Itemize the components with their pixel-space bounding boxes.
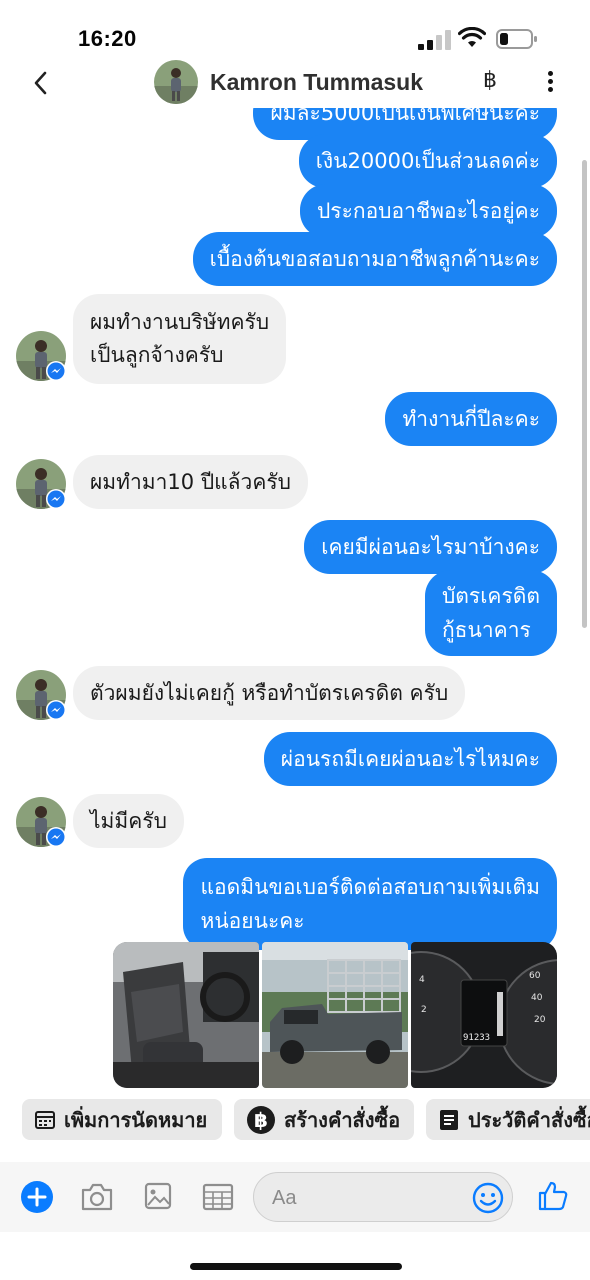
car-interior-image: [113, 942, 259, 1088]
odometer-photo[interactable]: 60 40 20 4 2 91233: [411, 942, 557, 1088]
chip-label: สร้างคำสั่งซื้อ: [284, 1107, 401, 1132]
plus-icon[interactable]: [20, 1180, 54, 1214]
order-history-icon: [438, 1108, 460, 1132]
chip-label: ประวัติคำสั่งซื้อ: [468, 1107, 590, 1132]
status-time: 16:20: [78, 26, 137, 51]
outgoing-message[interactable]: เบื้องต้นขอสอบถามอาชีพลูกค้านะคะ: [192, 232, 557, 286]
svg-text:60: 60: [529, 971, 541, 981]
baht-icon: ฿: [246, 1105, 276, 1135]
emoji-icon[interactable]: [472, 1182, 504, 1214]
outgoing-message[interactable]: แอดมินขอเบอร์ติดต่อสอบถามเพิ่มเติม หน่อย…: [183, 858, 557, 950]
message-line: ผมทำงานบริษัทครับ: [90, 310, 270, 334]
pickup-truck-image: [262, 942, 408, 1088]
outgoing-message[interactable]: เงิน20000เป็นส่วนลดค่ะ: [298, 134, 557, 188]
outgoing-message[interactable]: ผ่อนรถมีเคยผ่อนอะไรไหมคะ: [263, 732, 557, 786]
wifi-icon: [458, 27, 486, 47]
thumbs-up-icon[interactable]: [536, 1179, 570, 1213]
create-order-chip[interactable]: ฿ สร้างคำสั่งซื้อ: [234, 1099, 414, 1140]
contact-avatar[interactable]: [154, 60, 198, 104]
scrollbar[interactable]: [582, 160, 587, 628]
odometer-reading: 91233: [463, 1033, 490, 1043]
order-history-chip[interactable]: ประวัติคำสั่งซื้อ: [426, 1099, 590, 1140]
svg-text:฿: ฿: [254, 1108, 268, 1132]
add-appointment-chip[interactable]: เพิ่มการนัดหมาย: [22, 1099, 222, 1140]
outgoing-message[interactable]: ทำงานกี่ปีละคะ: [385, 392, 557, 446]
message-line: บัตรเครดิต: [441, 584, 540, 608]
chat-header: Kamron Tummasuk ฿: [0, 58, 590, 108]
outgoing-message[interactable]: บัตรเครดิต กู้ธนาคาร: [424, 570, 557, 656]
message-input[interactable]: [272, 1183, 472, 1213]
cellular-signal-icon: [418, 30, 451, 50]
messenger-badge-icon: [46, 827, 66, 847]
incoming-message[interactable]: ผมทำมา10 ปีแล้วครับ: [73, 455, 308, 509]
pickup-truck-photo[interactable]: [262, 942, 408, 1088]
svg-text:40: 40: [531, 993, 543, 1003]
back-icon[interactable]: [28, 68, 56, 98]
camera-icon[interactable]: [80, 1182, 114, 1212]
messenger-badge-icon: [46, 361, 66, 381]
status-bar: 16:20: [0, 0, 590, 60]
outgoing-message[interactable]: ประกอบอาชีพอะไรอยู่คะ: [299, 184, 557, 238]
car-interior-photo[interactable]: [113, 942, 259, 1088]
message-composer: [0, 1162, 590, 1232]
messenger-badge-icon: [46, 700, 66, 720]
outgoing-message[interactable]: เคยมีผ่อนอะไรมาบ้างคะ: [304, 520, 557, 574]
gallery-icon[interactable]: [144, 1181, 172, 1211]
message-line: เป็นลูกจ้างครับ: [90, 343, 224, 367]
baht-icon[interactable]: ฿: [478, 68, 502, 96]
message-input-box[interactable]: [253, 1172, 513, 1222]
contact-name[interactable]: Kamron Tummasuk: [210, 69, 423, 96]
chip-label: เพิ่มการนัดหมาย: [64, 1107, 208, 1132]
message-line: หน่อยนะคะ: [200, 909, 305, 933]
home-indicator[interactable]: [190, 1263, 402, 1270]
person-photo-icon: [154, 60, 198, 104]
message-line: กู้ธนาคาร: [441, 618, 531, 642]
messenger-badge-icon: [46, 489, 66, 509]
message-line: แอดมินขอเบอร์ติดต่อสอบถามเพิ่มเติม: [200, 875, 540, 899]
more-options-icon[interactable]: [540, 68, 560, 98]
incoming-message[interactable]: ไม่มีครับ: [73, 794, 184, 848]
odometer-image: 60 40 20 4 2 91233: [411, 942, 557, 1088]
table-icon[interactable]: [202, 1182, 234, 1212]
svg-text:2: 2: [421, 1005, 427, 1015]
calendar-icon: [34, 1109, 56, 1131]
battery-icon: [496, 29, 537, 49]
incoming-message[interactable]: ผมทำงานบริษัทครับ เป็นลูกจ้างครับ: [73, 294, 287, 384]
svg-text:4: 4: [419, 975, 425, 985]
incoming-message[interactable]: ตัวผมยังไม่เคยกู้ หรือทำบัตรเครดิต ครับ: [73, 666, 466, 720]
svg-text:20: 20: [534, 1015, 546, 1025]
